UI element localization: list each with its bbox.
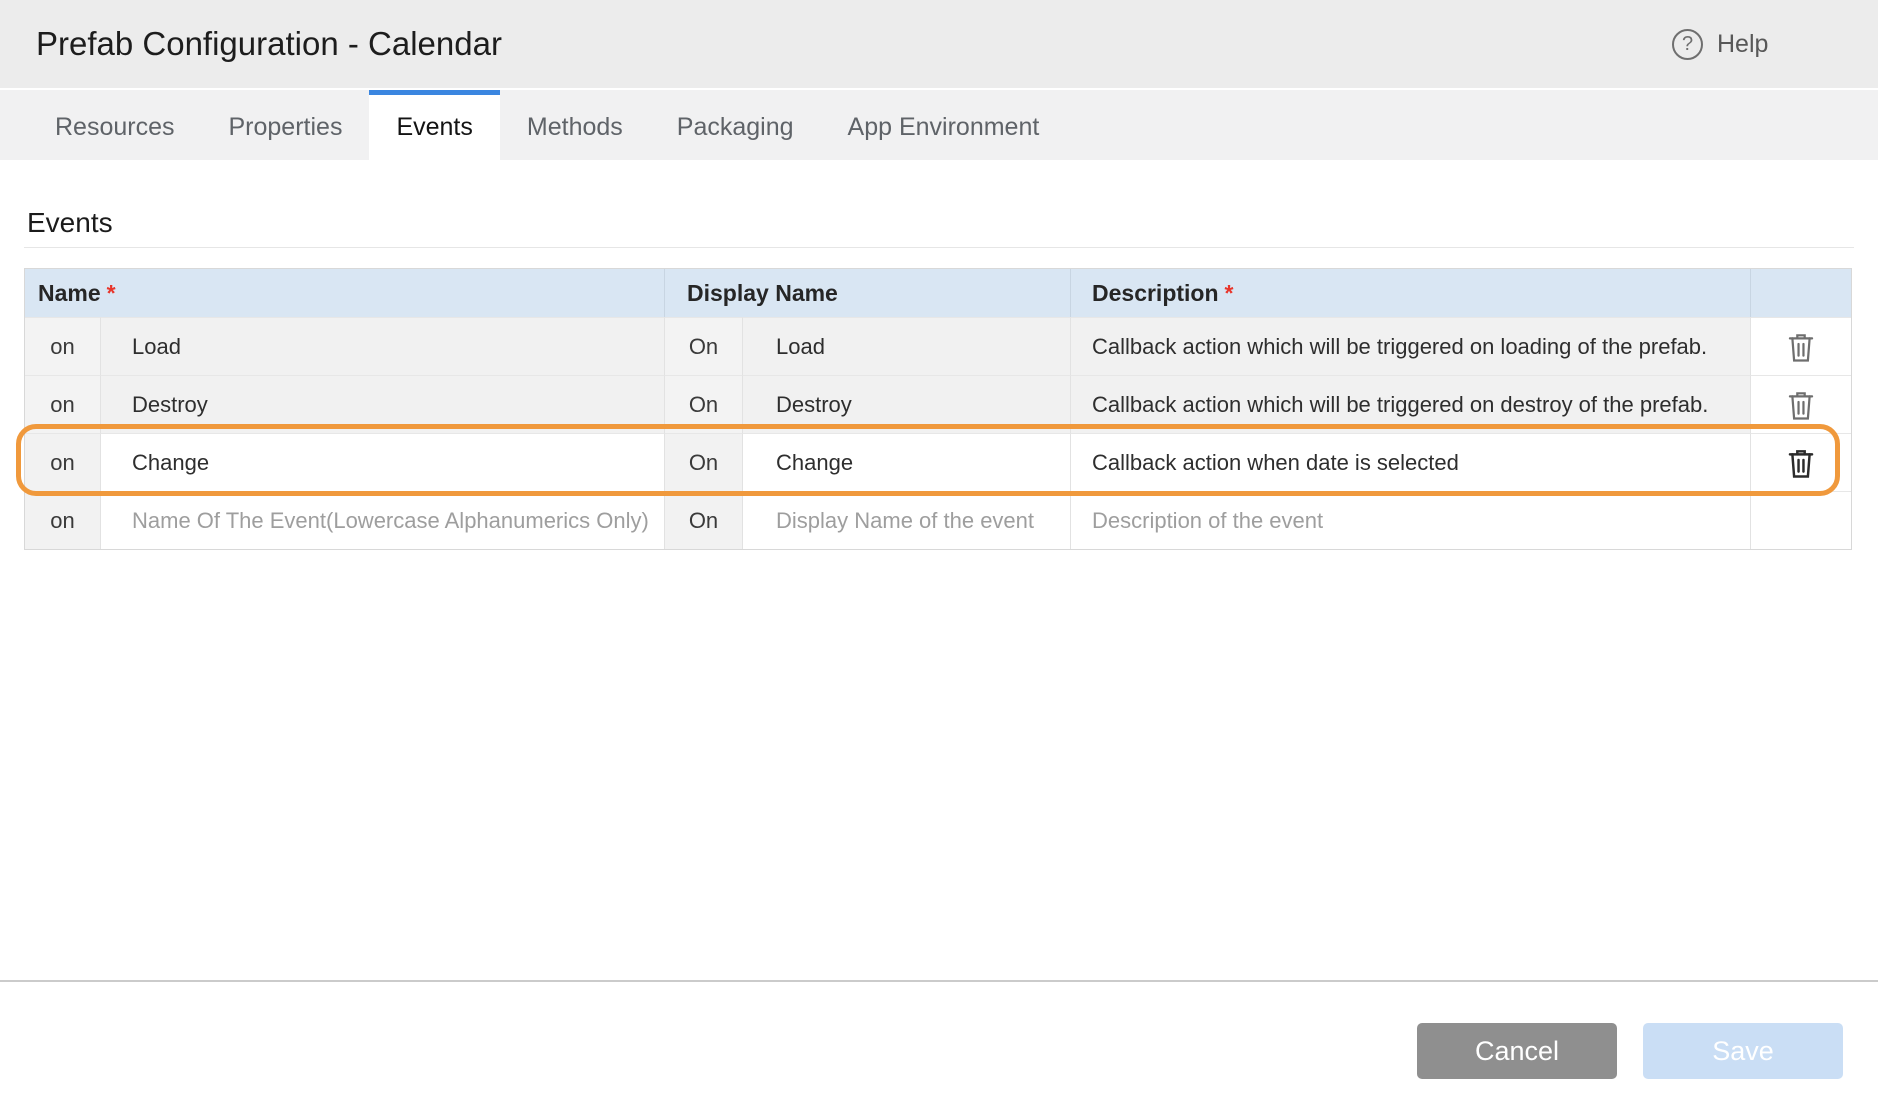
new-description-input[interactable] bbox=[1092, 508, 1750, 534]
event-name-prefix: on bbox=[25, 375, 101, 433]
description-input[interactable] bbox=[1092, 334, 1750, 360]
page-title: Prefab Configuration - Calendar bbox=[36, 0, 502, 88]
column-header-display-name: Display Name bbox=[665, 269, 1071, 317]
events-section-heading: Events bbox=[27, 207, 113, 239]
display-name-field[interactable] bbox=[743, 433, 1071, 491]
tab-app-environment[interactable]: App Environment bbox=[821, 90, 1067, 160]
column-header-description: Description * bbox=[1071, 269, 1751, 317]
delete-event-button[interactable] bbox=[1781, 327, 1821, 367]
required-asterisk: * bbox=[1225, 280, 1234, 307]
description-field[interactable] bbox=[1071, 317, 1751, 375]
delete-event-button[interactable] bbox=[1781, 443, 1821, 483]
display-name-prefix: On bbox=[665, 317, 743, 375]
row-actions-empty bbox=[1751, 491, 1851, 549]
event-name-prefix: on bbox=[25, 491, 101, 549]
display-name-input[interactable] bbox=[776, 334, 1070, 360]
row-actions bbox=[1751, 375, 1851, 433]
display-name-input[interactable] bbox=[776, 450, 1070, 476]
event-name-input[interactable] bbox=[132, 392, 664, 418]
display-name-prefix: On bbox=[665, 491, 743, 549]
required-asterisk: * bbox=[107, 280, 116, 307]
display-name-prefix: On bbox=[665, 433, 743, 491]
new-display-name-input[interactable] bbox=[776, 508, 1070, 534]
description-field[interactable] bbox=[1071, 375, 1751, 433]
description-field[interactable] bbox=[1071, 433, 1751, 491]
event-name-field[interactable] bbox=[101, 433, 665, 491]
event-name-input[interactable] bbox=[132, 450, 664, 476]
description-input[interactable] bbox=[1092, 450, 1750, 476]
tab-packaging[interactable]: Packaging bbox=[650, 90, 821, 160]
tab-methods[interactable]: Methods bbox=[500, 90, 650, 160]
event-name-input[interactable] bbox=[132, 334, 664, 360]
tab-resources[interactable]: Resources bbox=[28, 90, 202, 160]
save-button[interactable]: Save bbox=[1643, 1023, 1843, 1079]
event-name-prefix: on bbox=[25, 317, 101, 375]
help-button[interactable]: ? Help bbox=[1672, 0, 1768, 88]
display-name-field[interactable] bbox=[743, 375, 1071, 433]
events-table: Name * Display Name Description * on On bbox=[24, 268, 1852, 550]
event-name-field[interactable] bbox=[101, 317, 665, 375]
trash-icon bbox=[1786, 447, 1816, 479]
new-description-field[interactable] bbox=[1071, 491, 1751, 549]
new-event-name-input[interactable] bbox=[132, 508, 664, 534]
tab-events[interactable]: Events bbox=[369, 90, 499, 160]
help-label[interactable]: Help bbox=[1717, 30, 1768, 59]
section-divider bbox=[24, 247, 1854, 248]
delete-event-button[interactable] bbox=[1781, 385, 1821, 425]
row-actions bbox=[1751, 317, 1851, 375]
new-event-name-field[interactable] bbox=[101, 491, 665, 549]
titlebar: Prefab Configuration - Calendar ? Help bbox=[0, 0, 1878, 88]
footer-divider bbox=[0, 980, 1878, 982]
cancel-button[interactable]: Cancel bbox=[1417, 1023, 1617, 1079]
trash-icon bbox=[1786, 331, 1816, 363]
prefab-configuration-dialog: Prefab Configuration - Calendar ? Help R… bbox=[0, 0, 1878, 1110]
column-header-actions bbox=[1751, 269, 1851, 317]
tab-bar: Resources Properties Events Methods Pack… bbox=[0, 90, 1878, 160]
help-icon[interactable]: ? bbox=[1672, 29, 1703, 60]
new-display-name-field[interactable] bbox=[743, 491, 1071, 549]
display-name-prefix: On bbox=[665, 375, 743, 433]
trash-icon bbox=[1786, 389, 1816, 421]
display-name-field[interactable] bbox=[743, 317, 1071, 375]
tab-properties[interactable]: Properties bbox=[202, 90, 370, 160]
display-name-input[interactable] bbox=[776, 392, 1070, 418]
description-input[interactable] bbox=[1092, 392, 1750, 418]
event-name-prefix: on bbox=[25, 433, 101, 491]
row-actions bbox=[1751, 433, 1851, 491]
column-header-name: Name * bbox=[25, 269, 665, 317]
event-name-field[interactable] bbox=[101, 375, 665, 433]
